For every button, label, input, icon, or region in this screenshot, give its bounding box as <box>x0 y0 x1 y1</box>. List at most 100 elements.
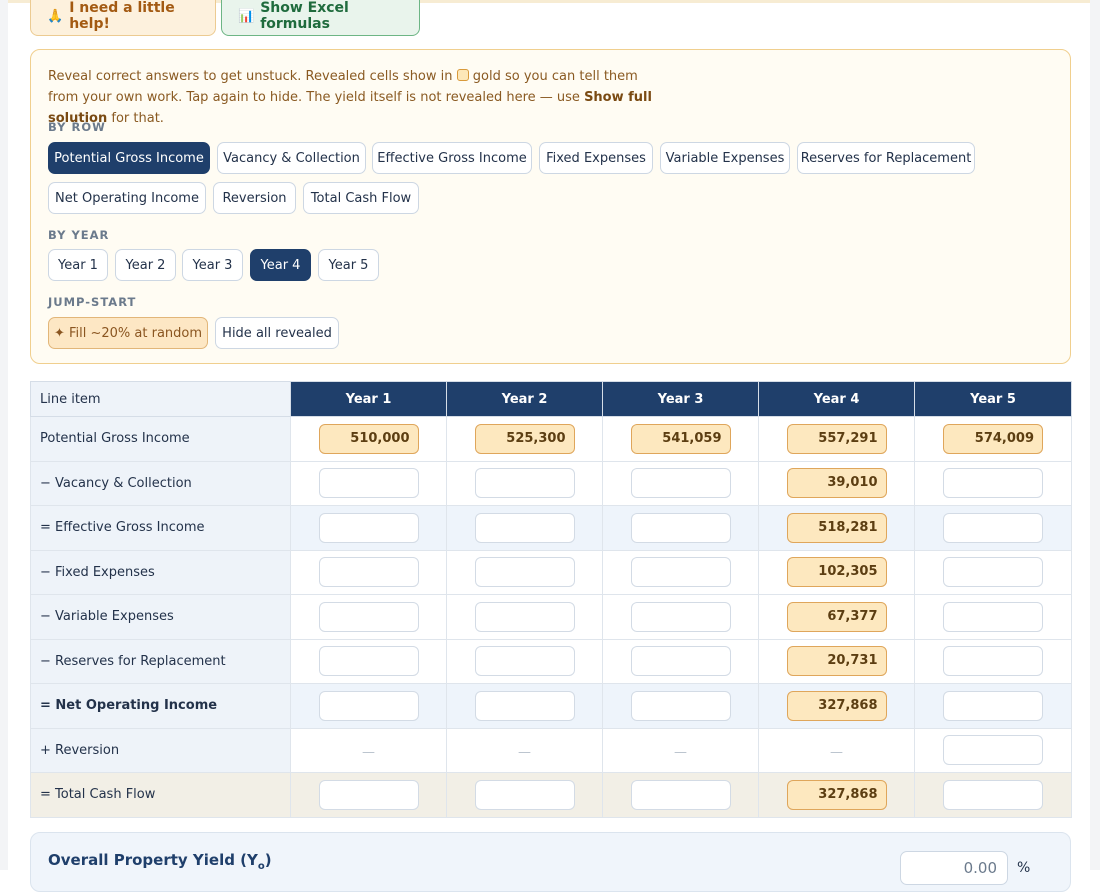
cell-input[interactable] <box>630 601 731 632</box>
cell-input[interactable] <box>630 646 731 677</box>
yield-panel: Overall Property Yield (Yo) 0.00 % <box>30 832 1071 892</box>
cell-input[interactable]: 67,377 <box>786 601 887 632</box>
cell-input[interactable] <box>474 646 575 677</box>
cell-input[interactable] <box>943 779 1043 810</box>
row-chip-total-cash-flow[interactable]: Total Cash Flow <box>303 182 419 214</box>
row-chip-potential-gross-income[interactable]: Potential Gross Income <box>48 142 210 174</box>
cell-input[interactable] <box>943 601 1043 632</box>
by-row-label: BY ROW <box>48 120 106 134</box>
not-applicable-dash: — <box>362 744 375 760</box>
cell-input[interactable] <box>630 557 731 588</box>
cell-input[interactable] <box>943 690 1043 721</box>
cell-input[interactable] <box>474 690 575 721</box>
table-row: = Total Cash Flow 327,868 <box>30 772 1072 818</box>
cell-input[interactable] <box>318 601 419 632</box>
year-4-header: Year 4 <box>758 381 915 417</box>
row-label: Potential Gross Income <box>30 416 291 462</box>
cell-input[interactable] <box>318 690 419 721</box>
cell-input[interactable]: 574,009 <box>943 423 1043 454</box>
year-chip-2[interactable]: Year 2 <box>115 249 176 281</box>
help-button-label: I need a little help! <box>69 0 175 32</box>
help-button[interactable]: 🙏 I need a little help! <box>30 0 216 36</box>
left-gutter <box>0 0 8 870</box>
not-applicable-dash: — <box>518 744 531 760</box>
table-row: + Reversion — — — — <box>30 727 1072 773</box>
fill-random-button[interactable]: ✦ Fill ~20% at random <box>48 317 208 349</box>
table-row: − Reserves for Replacement 20,731 <box>30 638 1072 684</box>
cell-input[interactable]: 327,868 <box>786 779 887 810</box>
cell-input[interactable] <box>943 646 1043 677</box>
row-chip-reserves-replacement[interactable]: Reserves for Replacement <box>797 142 975 174</box>
year-3-header: Year 3 <box>602 381 759 417</box>
row-label: − Variable Expenses <box>30 594 291 640</box>
year-chip-5[interactable]: Year 5 <box>318 249 379 281</box>
year-5-header: Year 5 <box>914 381 1072 417</box>
cell-input[interactable]: 518,281 <box>786 512 887 543</box>
cell-input[interactable]: 510,000 <box>318 423 419 454</box>
row-label: = Net Operating Income <box>30 683 291 729</box>
cell-input[interactable] <box>630 690 731 721</box>
cell-input[interactable] <box>630 468 731 499</box>
year-1-header: Year 1 <box>290 381 447 417</box>
cell-input[interactable] <box>474 601 575 632</box>
cell-input[interactable] <box>318 779 419 810</box>
line-item-header: Line item <box>30 381 291 417</box>
row-label: − Reserves for Replacement <box>30 638 291 684</box>
cell-input[interactable]: 557,291 <box>786 423 887 454</box>
hide-all-revealed-button[interactable]: Hide all revealed <box>215 317 339 349</box>
row-chip-variable-expenses[interactable]: Variable Expenses <box>660 142 790 174</box>
table-row: − Vacancy & Collection 39,010 <box>30 460 1072 506</box>
row-chip-vacancy-collection[interactable]: Vacancy & Collection <box>217 142 366 174</box>
row-chip-reversion[interactable]: Reversion <box>213 182 296 214</box>
cell-input[interactable]: 541,059 <box>630 423 731 454</box>
gold-square-icon <box>456 69 469 81</box>
cell-input[interactable] <box>630 779 731 810</box>
cell-input[interactable]: 327,868 <box>786 690 887 721</box>
year-chip-1[interactable]: Year 1 <box>48 249 108 281</box>
yield-input[interactable]: 0.00 <box>900 851 1008 885</box>
row-label: − Fixed Expenses <box>30 549 291 595</box>
cell-input[interactable] <box>318 512 419 543</box>
cell-input[interactable] <box>474 512 575 543</box>
not-applicable-dash: — <box>830 744 843 760</box>
table-header-row: Line item Year 1 Year 2 Year 3 Year 4 Ye… <box>30 381 1072 417</box>
cell-input[interactable]: 525,300 <box>474 423 575 454</box>
not-applicable-dash: — <box>674 744 687 760</box>
cell-input[interactable]: 20,731 <box>786 646 887 677</box>
excel-formulas-button[interactable]: 📊 Show Excel formulas <box>221 0 420 36</box>
yield-title: Overall Property Yield (Yo) <box>48 851 272 872</box>
year-chip-3[interactable]: Year 3 <box>182 249 243 281</box>
cell-input[interactable] <box>318 557 419 588</box>
cell-input[interactable] <box>318 646 419 677</box>
cell-input[interactable] <box>943 735 1043 766</box>
help-intro-text: Reveal correct answers to get unstuck. R… <box>48 69 652 126</box>
table-row: = Effective Gross Income 518,281 <box>30 505 1072 551</box>
cell-input[interactable] <box>318 468 419 499</box>
year-chip-4[interactable]: Year 4 <box>250 249 311 281</box>
row-label: = Effective Gross Income <box>30 505 291 551</box>
cell-input[interactable] <box>943 468 1043 499</box>
cell-input[interactable]: 39,010 <box>786 468 887 499</box>
cash-flow-table: Line item Year 1 Year 2 Year 3 Year 4 Ye… <box>30 381 1072 818</box>
cell-input[interactable] <box>474 557 575 588</box>
table-row: Potential Gross Income 510,000 525,300 5… <box>30 416 1072 462</box>
row-chip-net-operating-income[interactable]: Net Operating Income <box>48 182 206 214</box>
year-2-header: Year 2 <box>446 381 603 417</box>
reveal-help-panel: Reveal correct answers to get unstuck. R… <box>30 49 1071 364</box>
cell-input[interactable] <box>943 512 1043 543</box>
row-chip-effective-gross-income[interactable]: Effective Gross Income <box>372 142 532 174</box>
help-icon: 🙏 <box>47 8 64 24</box>
cell-input[interactable]: 102,305 <box>786 557 887 588</box>
excel-button-label: Show Excel formulas <box>260 0 349 32</box>
cell-input[interactable] <box>630 512 731 543</box>
right-gutter <box>1090 0 1100 870</box>
yield-unit: % <box>1017 860 1031 876</box>
cell-input[interactable] <box>474 468 575 499</box>
row-label: − Vacancy & Collection <box>30 460 291 506</box>
chart-icon: 📊 <box>238 8 255 24</box>
cell-input[interactable] <box>474 779 575 810</box>
cell-input[interactable] <box>943 557 1043 588</box>
table-row: = Net Operating Income 327,868 <box>30 683 1072 729</box>
row-label: = Total Cash Flow <box>30 772 291 818</box>
row-chip-fixed-expenses[interactable]: Fixed Expenses <box>539 142 653 174</box>
